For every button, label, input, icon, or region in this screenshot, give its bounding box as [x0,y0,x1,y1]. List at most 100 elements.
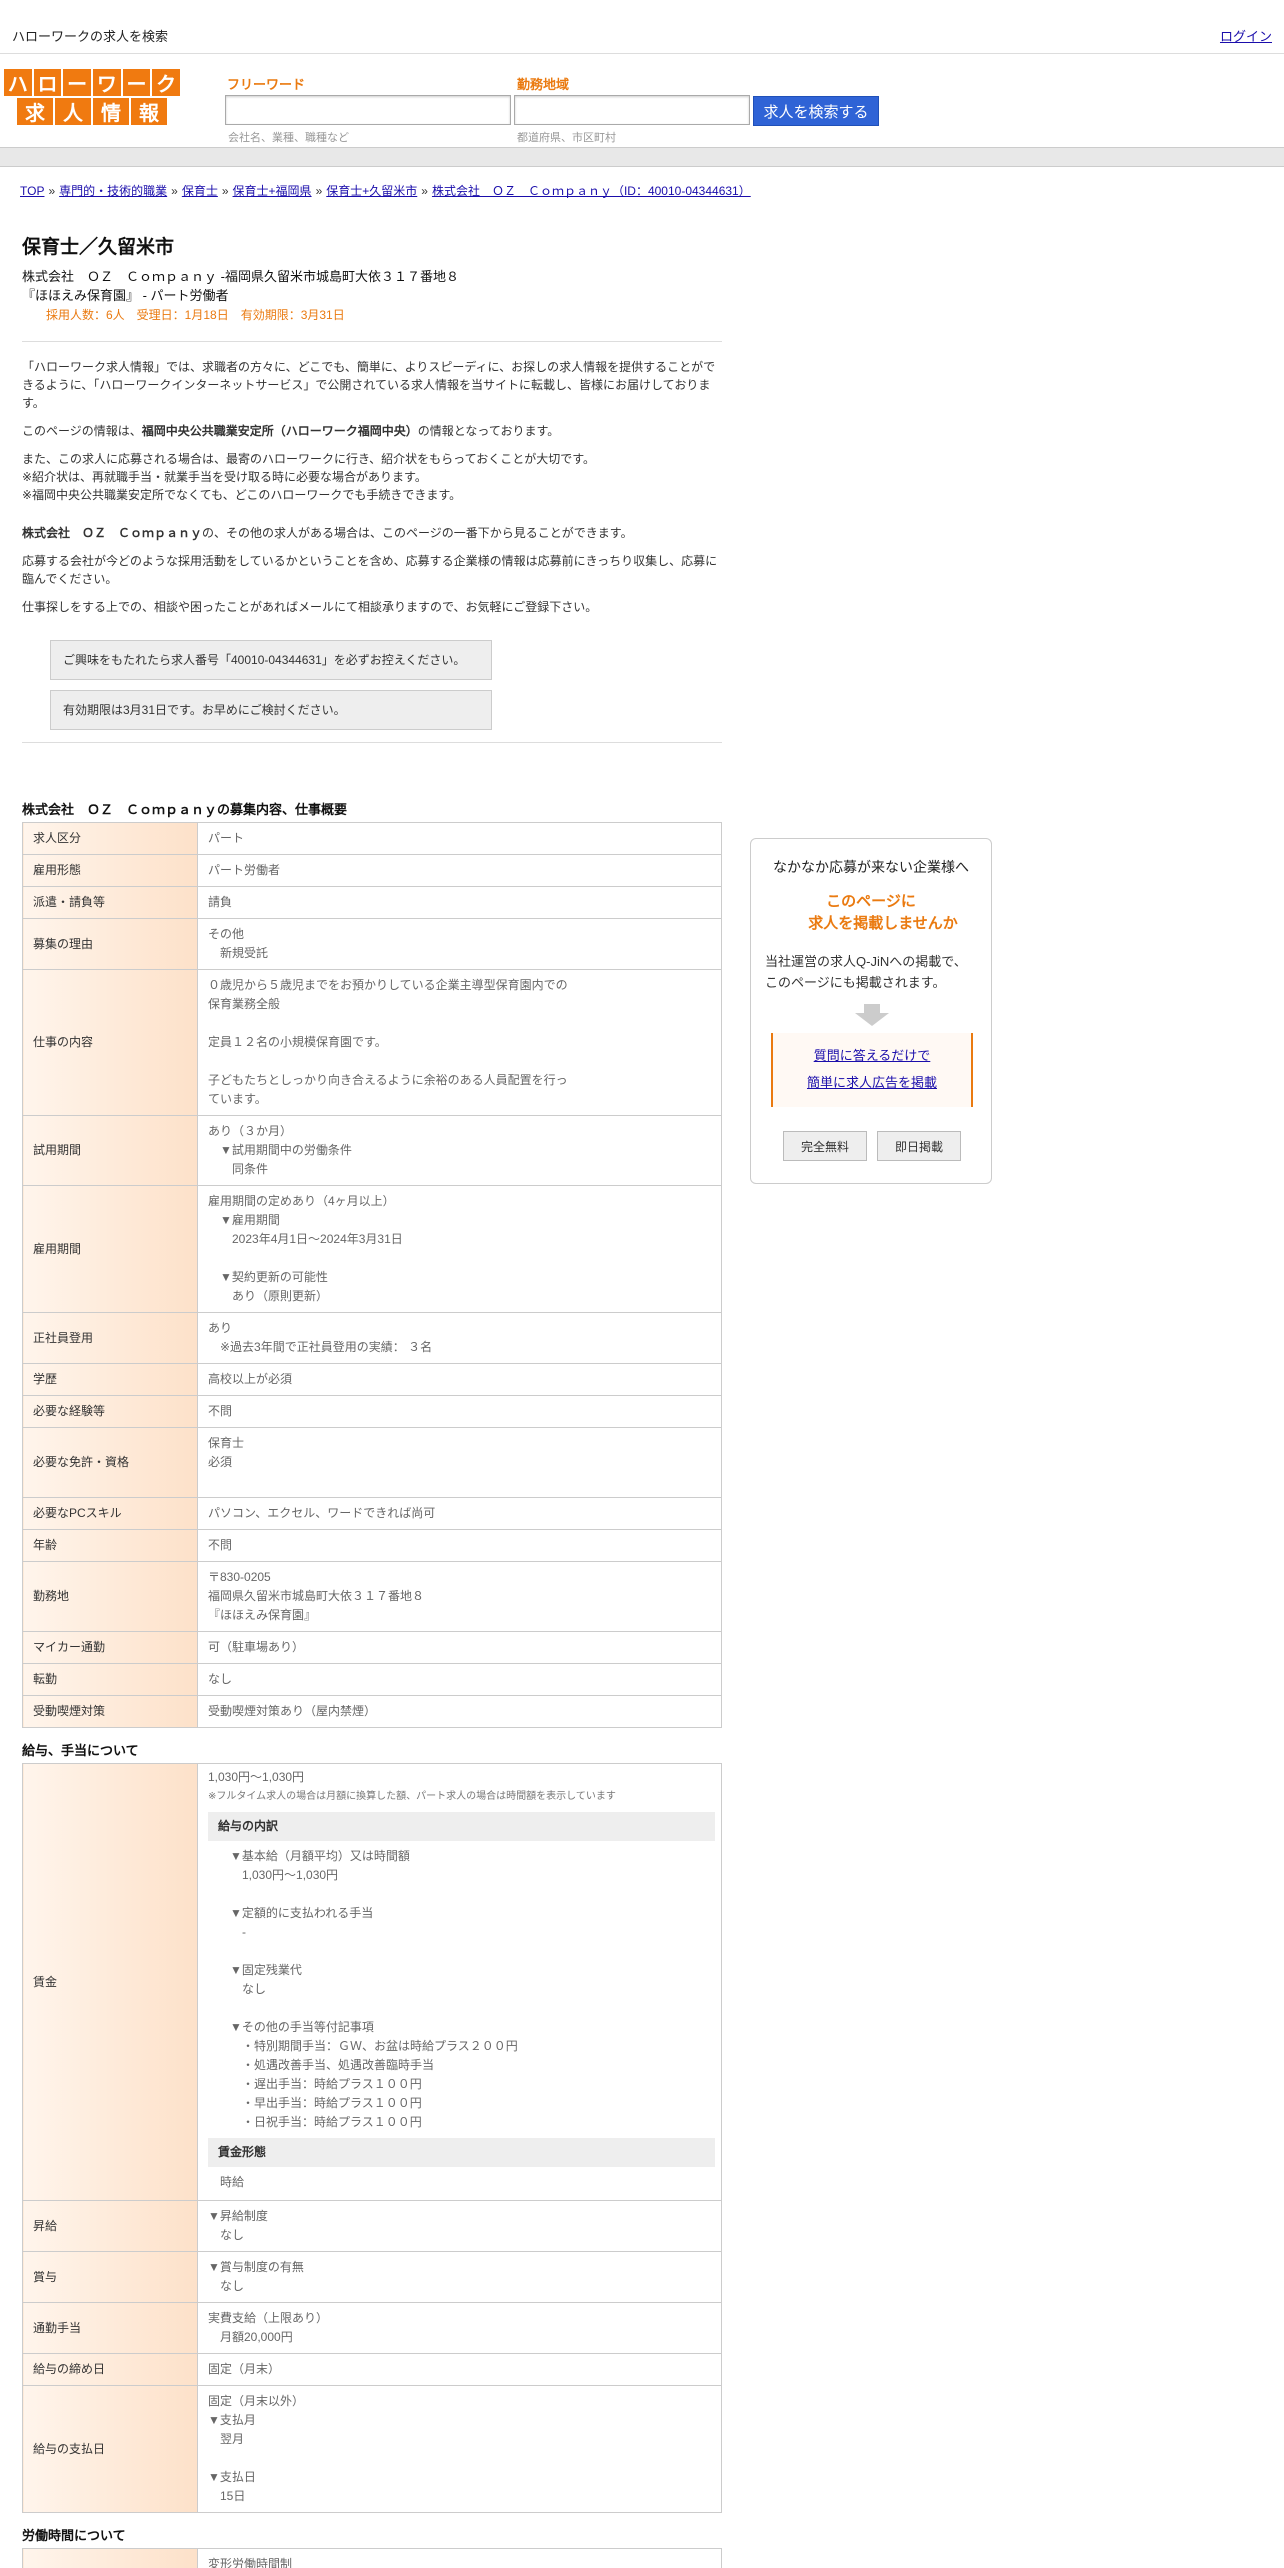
breadcrumb-top[interactable]: TOP [20,184,44,198]
value-line: 月額20,000円 [208,2330,293,2344]
value-line: 雇用期間の定めあり（4ヶ月以上） [208,1194,395,1208]
table-row: 派遣・請負等 請負 [22,886,722,919]
value-line [230,1999,715,2018]
login-link[interactable]: ログイン [1220,26,1272,45]
row-value: 保育士 必須 [197,1427,722,1498]
value-line [208,1014,711,1033]
value-line [208,2449,711,2468]
table-row: 必要な免許・資格 保育士 必須 [22,1427,722,1498]
value-line: 15日 [208,2489,246,2503]
wage-form-heading: 賃金形態 [208,2138,715,2167]
value-line: 可（駐車場あり） [208,1640,305,1654]
advertise-box: なかなか応募が来ない企業様へ このページに 求人を掲載しませんか 当社運営の求人Q… [750,838,992,1184]
value-line: 保育士 [208,1436,245,1450]
area-label: 勤務地域 [517,77,570,92]
arrow-down-icon [855,1004,889,1026]
table-row: 昇給 ▼昇給制度 なし [22,2200,722,2252]
same-day-badge[interactable]: 即日掲載 [877,1131,961,1161]
breadcrumb-prefecture[interactable]: 保育士+福岡県 [233,184,312,198]
row-header: 必要な経験等 [22,1395,198,1428]
logo-char: ロ [33,69,62,96]
logo-char: ク [152,69,181,96]
value-line: ・早出手当：時給プラス１００円 [230,2096,422,2110]
ad-heading: なかなか応募が来ない企業様へ [773,859,969,875]
search-header: ハローワーク 求人情報 フリーワード 会社名、業種、職種など 勤務地域 都道府県… [0,55,1284,147]
free-badge[interactable]: 完全無料 [783,1131,867,1161]
value-line: 受動喫煙対策あり（屋内禁煙） [208,1704,377,1718]
value-line: 保育業務全般 [208,997,281,1011]
logo-char: 報 [131,98,167,125]
breadcrumb-company[interactable]: 株式会社 ＯＺ Ｃｏｍｐａｎｙ（ID：40010-04344631） [432,184,751,198]
wage-detail: 1,030円〜1,030円 ※フルタイム求人の場合は月額に換算した額、パート求人… [197,1763,722,2201]
intro-paragraph-4: 株式会社 ＯＺ Ｃｏｍｐａｎｙの、その他の求人がある場合は、このページの一番下か… [22,526,633,540]
ad-link-post[interactable]: 簡単に求人広告を掲載 [773,1072,971,1091]
row-value: ▼昇給制度 なし [197,2200,722,2252]
row-value: 不問 [197,1395,722,1428]
table-row: 変形労働時間制▼変形労働時間制の単位 １年単位 [22,2548,722,2568]
logo-char: 求 [17,98,53,125]
row-header: 通勤手当 [22,2302,198,2354]
job-number-note: ご興味をもたれたら求人番号「40010-04344631」を必ずお控えください。 [50,640,492,680]
area-input[interactable] [514,95,750,125]
hellowork-logo[interactable]: ハローワーク 求人情報 [3,69,181,125]
table-row: 必要なPCスキル パソコン、エクセル、ワードできれば尚可 [22,1497,722,1530]
value-line: ▼支払日 [208,2470,256,2484]
value-line: 固定（月末） [208,2362,281,2376]
row-header: 昇給 [22,2200,198,2252]
company-line: 株式会社 ＯＺ Ｃｏｍｐａｎｙ -福岡県久留米市城島町大依３１７番地８ [22,269,459,284]
value-line: 不問 [208,1538,233,1552]
breadcrumb-job[interactable]: 保育士 [182,184,218,198]
value-line: 『ほほえみ保育園』 [208,1608,317,1622]
row-header: 学歴 [22,1363,198,1396]
row-value: 固定（月末） [197,2353,722,2386]
value-line: 不問 [208,1404,233,1418]
value-line: あり（原則更新） [208,1289,329,1303]
value-line: 翌月 [208,2432,245,2446]
ad-link-questions[interactable]: 質問に答えるだけで [773,1045,971,1064]
value-line: ▼雇用期間 [208,1213,280,1227]
divider [22,341,722,342]
value-line [208,1249,711,1268]
value-line: ・処遇改善手当、処遇改善臨時手当 [230,2058,435,2072]
deadline-note: 有効期限は3月31日です。お早めにご検討ください。 [50,690,492,730]
row-value: 可（駐車場あり） [197,1631,722,1664]
row-header: 給与の支払日 [22,2385,198,2513]
table-row: 年齢 不問 [22,1529,722,1562]
value-line: なし [208,2279,245,2293]
value-line: 子どもたちとしっかり向き合えるように余裕のある人員配置を行っ [208,1073,568,1087]
row-header: 雇用形態 [22,854,198,887]
logo-char: ワ [93,69,121,96]
row-header [22,2548,198,2568]
row-header: 募集の理由 [22,918,198,970]
breadcrumb-city[interactable]: 保育士+久留米市 [326,184,417,198]
value-line: パート [208,831,245,845]
divider [22,742,722,743]
intro-paragraph-1: 「ハローワーク求人情報」では、求職者の方々に、どこでも、簡単に、よりスピーディに… [22,360,716,410]
value-line: ▼定額的に支払われる手当 [230,1906,374,1920]
row-header: 派遣・請負等 [22,886,198,919]
row-header: 受動喫煙対策 [22,1695,198,1728]
value-line: ▼試用期間中の労働条件 [208,1143,352,1157]
row-value: パート労働者 [197,854,722,887]
search-button[interactable]: 求人を検索する [753,96,879,126]
row-header: 給与の締め日 [22,2353,198,2386]
row-value: あり ※過去3年間で正社員登用の実績： ３名 [197,1312,722,1364]
job-meta: 採用人数：6人 受理日：1月18日 有効期限：3月31日 [46,308,345,322]
value-line: 定員１２名の小規模保育園です。 [208,1035,387,1049]
value-line: ・日祝手当：時給プラス１００円 [230,2115,422,2129]
table-row: 雇用期間 雇用期間の定めあり（4ヶ月以上） ▼雇用期間 2023年4月1日〜202… [22,1185,722,1313]
logo-char: ー [63,69,91,96]
value-line: 変形労働時間制 [208,2557,293,2568]
area-placeholder: 都道府県、市区町村 [517,132,616,144]
freeword-input[interactable] [225,95,511,125]
breadcrumb: TOP» 専門的・技術的職業» 保育士» 保育士+福岡県» 保育士+久留米市» 株式会社 … [20,184,751,198]
section-title-overview: 株式会社 ＯＺ Ｃｏｍｐａｎｙの募集内容、仕事概要 [22,802,348,817]
section-title-wage: 給与、手当について [22,1743,139,1758]
logo-char: ハ [3,69,32,96]
breadcrumb-category[interactable]: 専門的・技術的職業 [59,184,167,198]
intro-paragraph-5: 応募する会社が今どのような採用活動をしているかということを含め、応募する企業様の… [22,554,718,586]
row-header: 試用期間 [22,1115,198,1186]
value-line: ▼固定残業代 [230,1963,302,1977]
ad-catchphrase: このページに 求人を掲載しませんか [808,893,958,932]
value-line: 実費支給（上限あり） [208,2311,329,2325]
